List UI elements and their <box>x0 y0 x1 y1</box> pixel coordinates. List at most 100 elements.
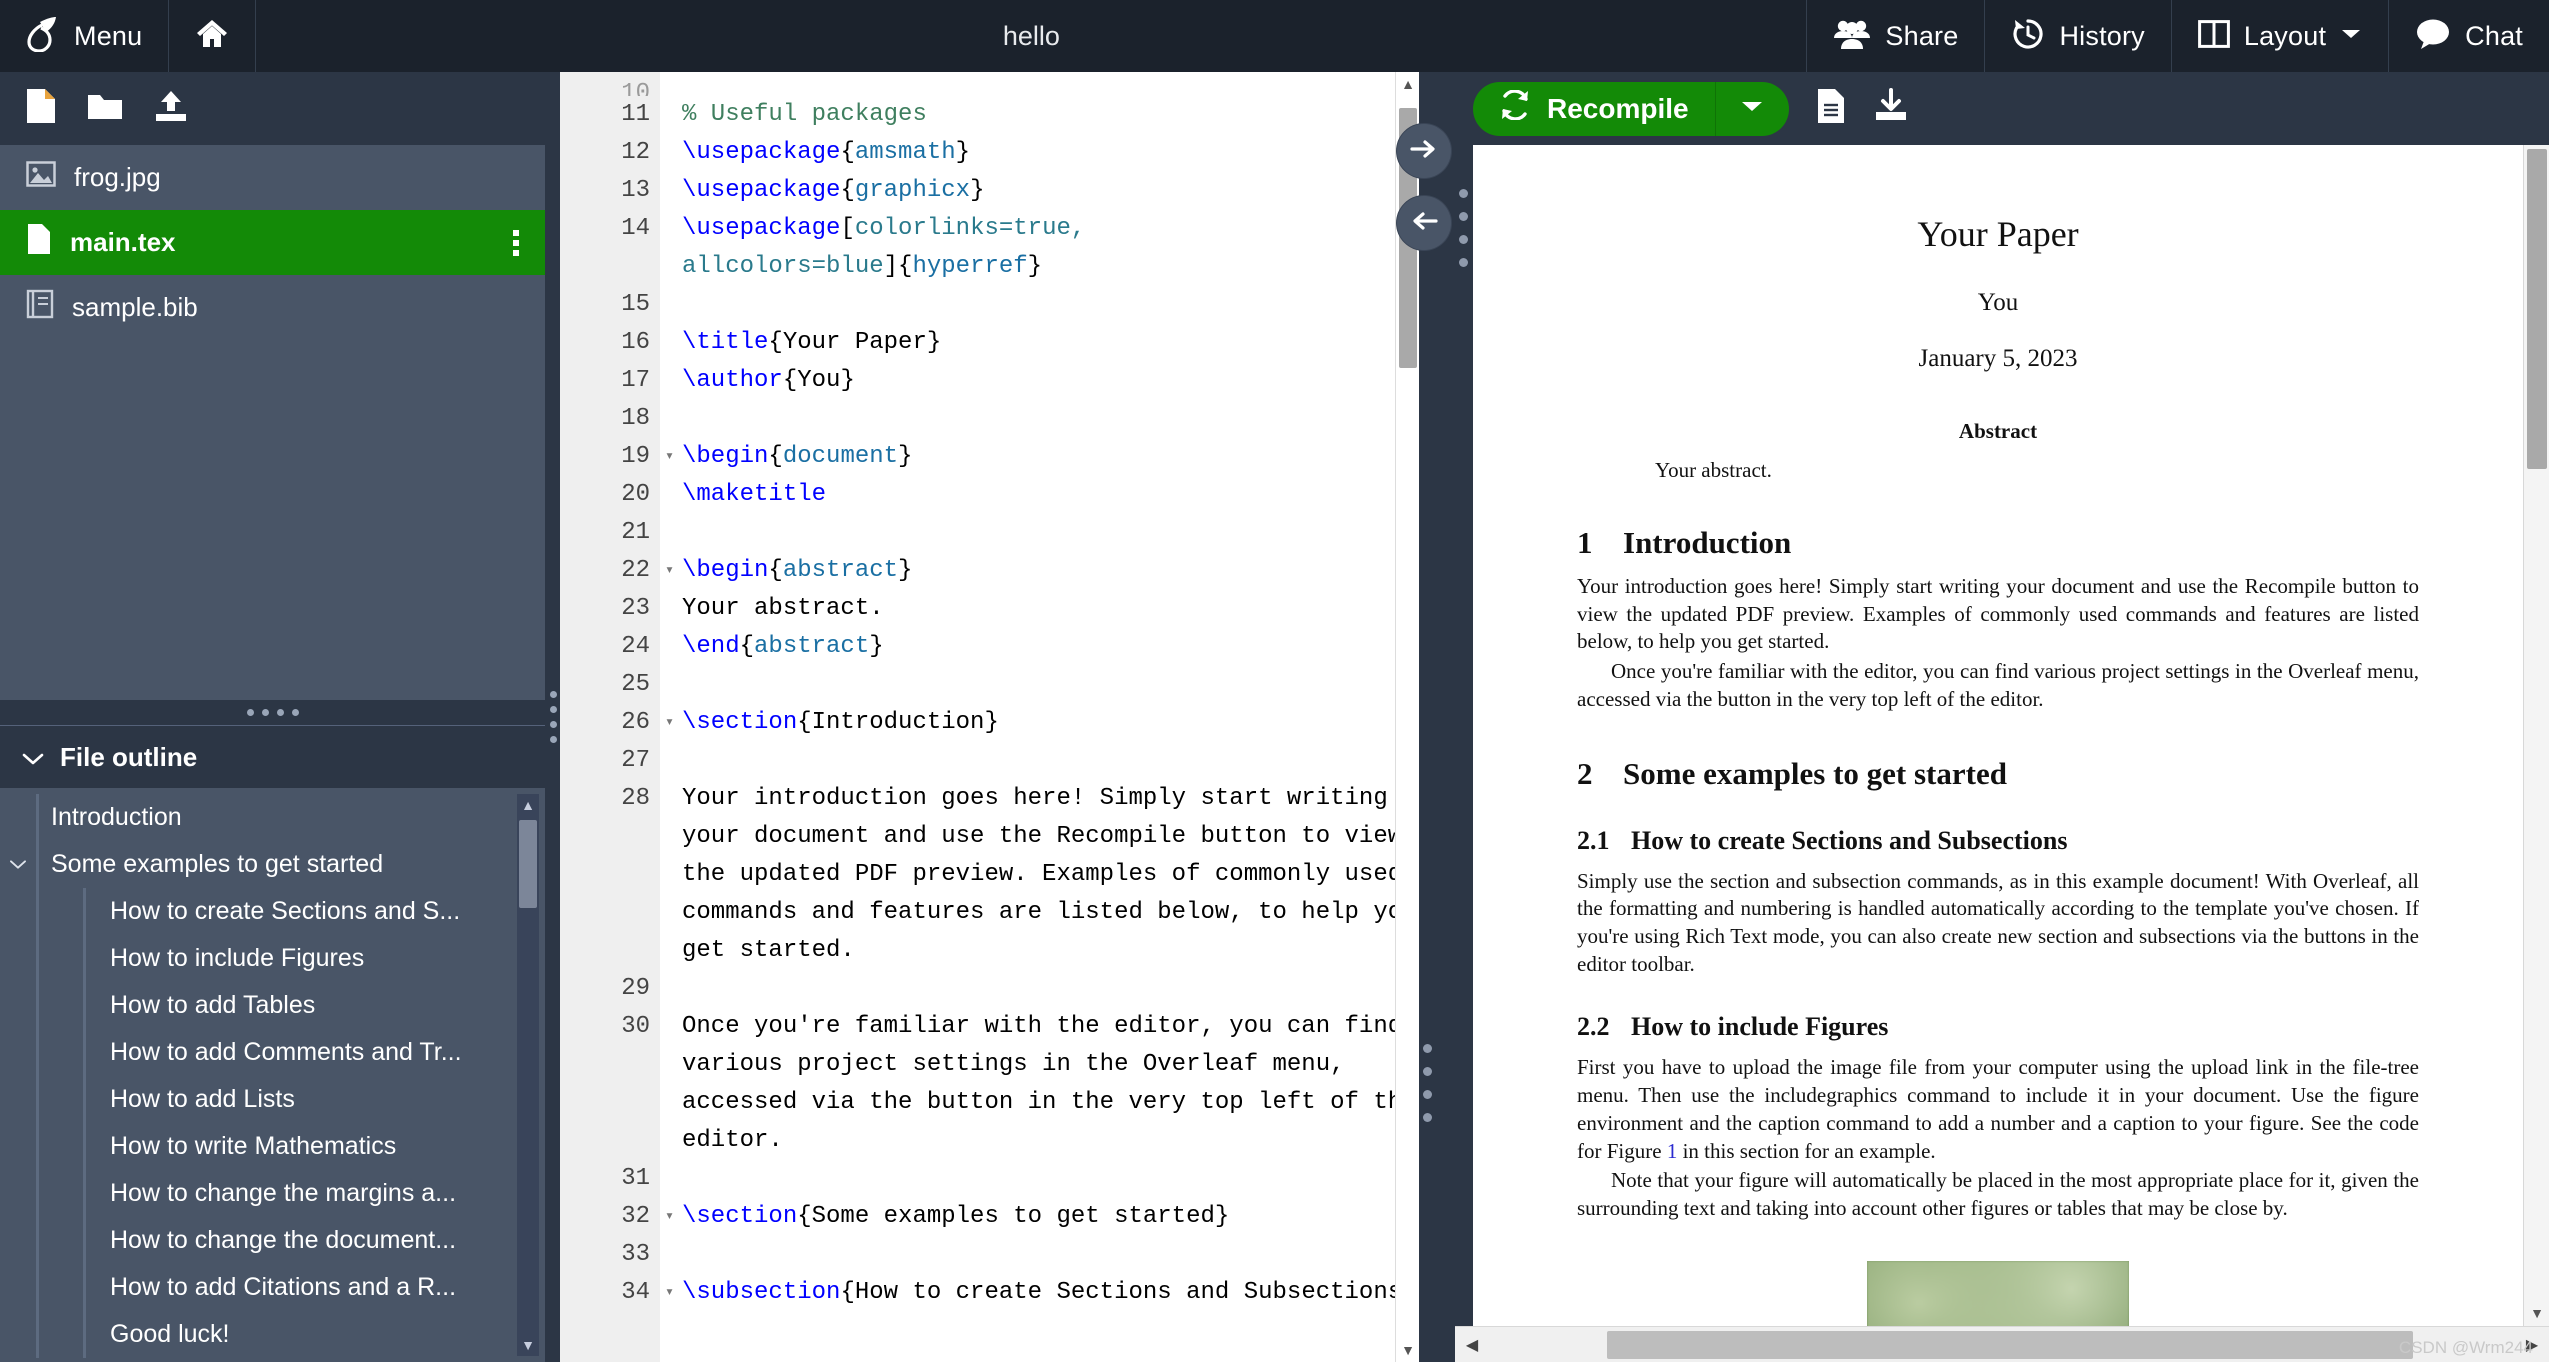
code-line[interactable]: \author{You} <box>682 362 1395 400</box>
code-line[interactable]: \subsection{How to create Sections and S… <box>682 1274 1395 1312</box>
outline-scroll-up-arrow[interactable]: ▲ <box>517 794 539 816</box>
line-number: 10 <box>560 82 660 96</box>
sync-code-to-pdf-button[interactable] <box>1397 124 1451 178</box>
outline-guide-line <box>36 888 39 935</box>
outline-scrollbar[interactable]: ▲ ▼ <box>517 794 539 1356</box>
code-fold-toggle-icon[interactable]: ▾ <box>658 1198 674 1236</box>
code-token: get started. <box>682 937 855 964</box>
code-line[interactable]: \usepackage{amsmath} <box>682 134 1395 172</box>
chevron-down-icon[interactable] <box>0 859 36 870</box>
code-line[interactable]: \end{abstract} <box>682 628 1395 666</box>
outline-item[interactable]: How to include Figures <box>0 935 545 982</box>
outline-item[interactable]: How to change the margins a... <box>0 1170 545 1217</box>
file-outline-header[interactable]: File outline <box>0 726 545 788</box>
code-line[interactable]: commands and features are listed below, … <box>682 894 1395 932</box>
editor-pdf-splitter[interactable] <box>1419 72 1455 1362</box>
new-file-icon[interactable] <box>24 87 58 130</box>
code-line[interactable]: \usepackage{graphicx} <box>682 172 1395 210</box>
history-button[interactable]: History <box>1984 0 2170 72</box>
code-line[interactable] <box>682 286 1395 324</box>
code-line[interactable]: editor. <box>682 1122 1395 1160</box>
code-line[interactable] <box>682 970 1395 1008</box>
upload-icon[interactable] <box>152 89 190 128</box>
code-line[interactable] <box>682 1160 1395 1198</box>
code-line[interactable]: the updated PDF preview. Examples of com… <box>682 856 1395 894</box>
code-fold-toggle-icon[interactable]: ▾ <box>658 552 674 590</box>
code-text[interactable]: % Useful packages\usepackage{amsmath}\us… <box>660 72 1395 1362</box>
file-row[interactable]: main.tex <box>0 210 545 275</box>
file-row[interactable]: sample.bib <box>0 275 545 340</box>
outline-item[interactable]: Good luck! <box>0 1311 545 1358</box>
code-line[interactable]: \begin{document} <box>682 438 1395 476</box>
code-line[interactable]: get started. <box>682 932 1395 970</box>
outline-item[interactable]: Some examples to get started <box>0 841 545 888</box>
pdf-hscroll-left-arrow[interactable]: ◀ <box>1455 1327 1489 1362</box>
editor-scroll-down-arrow[interactable]: ▼ <box>1396 1338 1420 1362</box>
code-line[interactable]: \section{Some examples to get started} <box>682 1198 1395 1236</box>
code-line[interactable]: Your introduction goes here! Simply star… <box>682 780 1395 818</box>
code-line[interactable] <box>682 514 1395 552</box>
file-row[interactable]: frog.jpg <box>0 145 545 210</box>
code-line[interactable]: accessed via the button in the very top … <box>682 1084 1395 1122</box>
pdf-hscroll-thumb[interactable] <box>1607 1331 2413 1359</box>
download-pdf-icon[interactable] <box>1873 88 1909 129</box>
outline-guide-line <box>83 982 86 1029</box>
editor-scroll-up-arrow[interactable]: ▲ <box>1396 72 1420 96</box>
outline-item[interactable]: How to add Lists <box>0 1076 545 1123</box>
editor-left-resizer[interactable] <box>546 72 560 1362</box>
outline-item[interactable]: How to write Mathematics <box>0 1123 545 1170</box>
code-editor[interactable]: 10111213141516171819▾202122▾23242526▾272… <box>560 72 1395 1362</box>
outline-item[interactable]: Introduction <box>0 794 545 841</box>
code-line[interactable]: your document and use the Recompile butt… <box>682 818 1395 856</box>
figure-reference-link[interactable]: 1 <box>1667 1139 1678 1163</box>
pdf-horizontal-scrollbar[interactable]: ◀ ▶ CSDN @Wrm244 <box>1455 1326 2549 1362</box>
outline-scroll-down-arrow[interactable]: ▼ <box>517 1334 539 1356</box>
editor-vertical-scrollbar[interactable]: ▲ ▼ <box>1395 72 1419 1362</box>
outline-item[interactable]: How to change the document... <box>0 1217 545 1264</box>
outline-scroll-thumb[interactable] <box>519 820 537 908</box>
pdf-scroll-down-arrow[interactable]: ▼ <box>2524 1300 2549 1326</box>
code-line[interactable] <box>682 666 1395 704</box>
pdf-toolbar: Recompile <box>1455 72 2549 145</box>
code-line[interactable] <box>682 82 1395 96</box>
share-button[interactable]: Share <box>1806 0 1984 72</box>
code-line[interactable] <box>682 400 1395 438</box>
pdf-scroll-thumb[interactable] <box>2527 149 2547 469</box>
compile-logs-icon[interactable] <box>1815 87 1847 130</box>
code-line[interactable]: \begin{abstract} <box>682 552 1395 590</box>
code-line[interactable]: % Useful packages <box>682 96 1395 134</box>
code-fold-toggle-icon[interactable]: ▾ <box>658 1274 674 1312</box>
new-folder-icon[interactable] <box>86 90 124 127</box>
outline-item[interactable]: How to create Sections and S... <box>0 888 545 935</box>
pdf-hscroll-right-arrow[interactable]: ▶ <box>2515 1327 2549 1362</box>
code-line[interactable]: Once you're familiar with the editor, yo… <box>682 1008 1395 1046</box>
line-number <box>560 894 660 932</box>
code-fold-toggle-icon[interactable]: ▾ <box>658 438 674 476</box>
splitter-grip-dots[interactable] <box>1423 1044 1432 1122</box>
recompile-button[interactable]: Recompile <box>1473 82 1715 136</box>
code-line[interactable]: \usepackage[colorlinks=true, <box>682 210 1395 248</box>
code-line[interactable] <box>682 1236 1395 1274</box>
code-line[interactable]: allcolors=blue]{hyperref} <box>682 248 1395 286</box>
pdf-vertical-scrollbar[interactable]: ▼ <box>2523 145 2549 1326</box>
code-line[interactable]: \title{Your Paper} <box>682 324 1395 362</box>
outline-item[interactable]: How to add Comments and Tr... <box>0 1029 545 1076</box>
outline-item[interactable]: How to add Tables <box>0 982 545 1029</box>
code-line[interactable] <box>682 742 1395 780</box>
overleaf-menu-button[interactable]: Menu <box>0 0 169 72</box>
code-fold-toggle-icon[interactable]: ▾ <box>658 704 674 742</box>
sync-pdf-to-code-button[interactable] <box>1397 196 1451 250</box>
layout-button[interactable]: Layout <box>2171 0 2388 72</box>
code-line[interactable]: \maketitle <box>682 476 1395 514</box>
pdf-hscroll-track[interactable] <box>1489 1327 2515 1362</box>
file-context-menu-icon[interactable] <box>513 230 519 256</box>
chat-button[interactable]: Chat <box>2388 0 2549 72</box>
outline-item[interactable]: How to add Citations and a R... <box>0 1264 545 1311</box>
file-tree-resizer[interactable] <box>0 700 545 726</box>
pdf-viewport[interactable]: Your Paper You January 5, 2023 Abstract … <box>1455 145 2549 1326</box>
code-line[interactable]: \section{Introduction} <box>682 704 1395 742</box>
home-button[interactable] <box>169 0 256 72</box>
code-line[interactable]: various project settings in the Overleaf… <box>682 1046 1395 1084</box>
code-line[interactable]: Your abstract. <box>682 590 1395 628</box>
recompile-options-button[interactable] <box>1715 82 1789 136</box>
